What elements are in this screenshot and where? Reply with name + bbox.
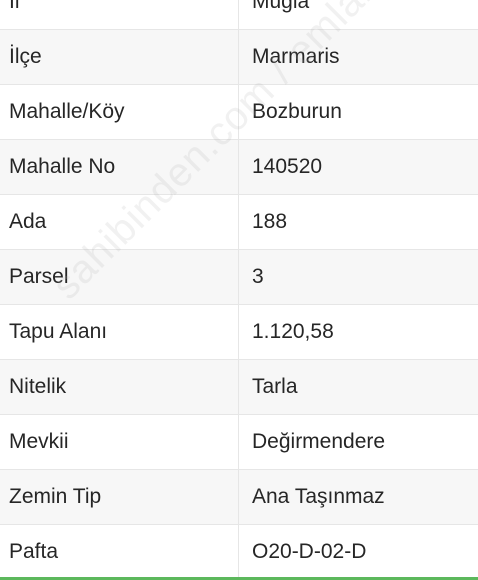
row-value: 188 (252, 210, 288, 233)
table-row-pafta: Pafta O20-D-02-D (0, 525, 478, 580)
table-row-nitelik: Nitelik Tarla (0, 360, 478, 415)
row-label: Tapu Alanı (0, 305, 239, 359)
row-label: Mevkii (0, 415, 239, 469)
table-row-mevkii: Mevkii Değirmendere (0, 415, 478, 470)
table-row-il: İl Muğla (0, 0, 478, 30)
row-label: Ada (0, 195, 239, 249)
table-row-mahalle-koy: Mahalle/Köy Bozburun (0, 85, 478, 140)
row-value: Ana Taşınmaz (252, 485, 385, 508)
row-label: İl (0, 0, 239, 29)
table-row-ilce: İlçe Marmaris (0, 30, 478, 85)
row-value: 140520 (252, 155, 323, 178)
row-value: Muğla (252, 0, 310, 13)
row-label: Zemin Tip (0, 470, 239, 524)
row-label: Nitelik (0, 360, 239, 414)
table-row-mahalle-no: Mahalle No 140520 (0, 140, 478, 195)
row-label: Parsel (0, 250, 239, 304)
row-value: O20-D-02-D (252, 540, 367, 563)
row-label: Mahalle No (0, 140, 239, 194)
table-row-zemin-tip: Zemin Tip Ana Taşınmaz (0, 470, 478, 525)
row-label: Mahalle/Köy (0, 85, 239, 139)
row-value: Marmaris (252, 45, 340, 68)
row-value: 1.120,58 (252, 320, 334, 343)
row-value: Tarla (252, 375, 298, 398)
parcel-info-table: İl Muğla İlçe Marmaris Mahalle/Köy Bozbu… (0, 0, 478, 580)
row-value: 3 (252, 265, 264, 288)
table-row-tapu-alani: Tapu Alanı 1.120,58 (0, 305, 478, 360)
row-value: Bozburun (252, 100, 342, 123)
row-label: Pafta (0, 525, 239, 579)
table-row-ada: Ada 188 (0, 195, 478, 250)
row-label: İlçe (0, 30, 239, 84)
table-row-parsel: Parsel 3 (0, 250, 478, 305)
row-value: Değirmendere (252, 430, 386, 453)
